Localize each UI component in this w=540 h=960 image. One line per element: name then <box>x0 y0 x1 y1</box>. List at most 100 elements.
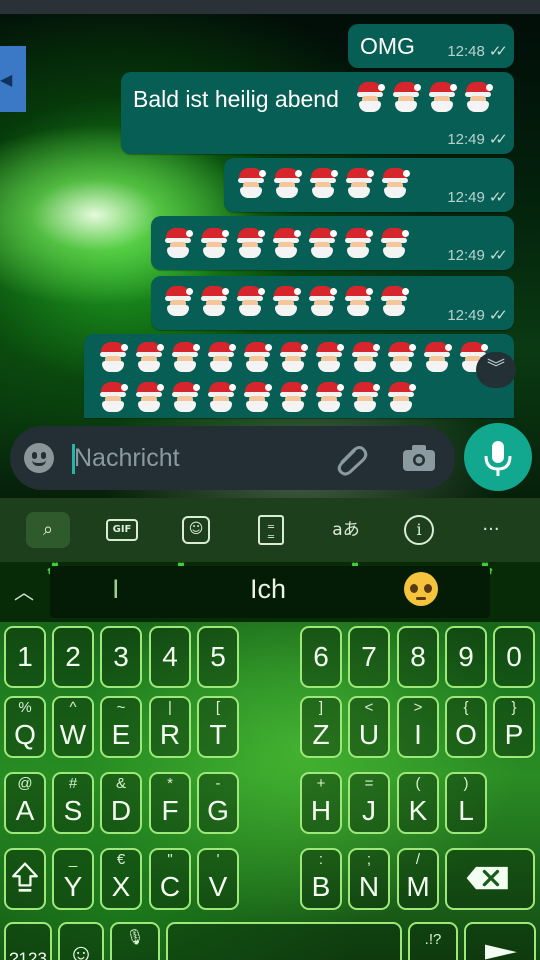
key-x[interactable]: € X <box>100 848 142 910</box>
sticker-icon[interactable]: ☺ <box>182 516 210 544</box>
key-8[interactable]: 8 <box>397 626 439 688</box>
santa-claus-emoji <box>343 286 373 316</box>
santa-claus-emoji <box>307 286 337 316</box>
key-v[interactable]: ' V <box>197 848 239 910</box>
key-label: Q <box>14 719 36 750</box>
key-6[interactable]: 6 <box>300 626 342 688</box>
key-4[interactable]: 4 <box>149 626 191 688</box>
key-alt-label: - <box>215 775 221 792</box>
santa-claus-emoji <box>344 168 374 198</box>
message-bubble[interactable] <box>84 334 514 418</box>
key-7[interactable]: 7 <box>348 626 390 688</box>
space-key[interactable] <box>166 922 402 960</box>
key-h[interactable]: + H <box>300 772 342 834</box>
message-bubble[interactable]: 12:49 ✓✓ <box>224 158 514 212</box>
key-b[interactable]: :B <box>300 848 342 910</box>
santa-claus-emoji <box>163 286 193 316</box>
message-bubble[interactable]: Bald ist heilig abend 12:49 ✓✓ <box>121 72 514 154</box>
key-1[interactable]: 1 <box>4 626 46 688</box>
collapse-arrow-icon[interactable]: ︿ <box>14 576 34 605</box>
key-c[interactable]: " C <box>149 848 191 910</box>
search-icon[interactable]: ⌕ <box>26 512 70 548</box>
key-y[interactable]: _ Y <box>52 848 94 910</box>
key-3[interactable]: 3 <box>100 626 142 688</box>
info-icon[interactable]: i <box>404 515 434 545</box>
key-n[interactable]: ; N <box>348 848 390 910</box>
key-p[interactable]: } P <box>493 696 535 758</box>
message-bubble[interactable]: OMG 12:48 ✓✓ <box>348 24 514 68</box>
key-alt-label: _ <box>68 851 78 868</box>
key-5[interactable]: 5 <box>197 626 239 688</box>
santa-claus-emoji <box>463 82 493 112</box>
key-alt-label: > <box>413 699 423 716</box>
key-alt-label: ; <box>366 851 372 868</box>
paperclip-icon[interactable] <box>334 442 370 476</box>
emoji-key[interactable]: ☺ <box>58 922 104 960</box>
key-alt-label: & <box>115 775 126 792</box>
key-k[interactable]: (K <box>397 772 439 834</box>
translate-icon[interactable]: aあ <box>326 512 366 548</box>
suggestion-item[interactable]: I <box>112 574 120 605</box>
send-arrow-icon <box>485 944 517 960</box>
key-q[interactable]: % Q <box>4 696 46 758</box>
key-0[interactable]: 0 <box>493 626 535 688</box>
backspace-key[interactable] <box>445 848 535 910</box>
clipboard-icon[interactable]: ═ ═ <box>258 515 284 545</box>
key-g[interactable]: -G <box>197 772 239 834</box>
key-m[interactable]: / M <box>397 848 439 910</box>
key-l[interactable]: ) L <box>445 772 487 834</box>
santa-claus-emoji <box>236 168 266 198</box>
numbers-key[interactable]: ?123 <box>4 922 52 960</box>
read-receipt-icon: ✓✓ <box>488 307 508 324</box>
key-r[interactable]: | R <box>149 696 191 758</box>
key-z[interactable]: ] Z <box>300 696 342 758</box>
key-2[interactable]: 2 <box>52 626 94 688</box>
pleading-face-emoji[interactable] <box>404 572 438 606</box>
key-u[interactable]: < U <box>348 696 390 758</box>
camera-icon[interactable] <box>402 444 436 472</box>
santa-claus-emoji <box>427 82 457 112</box>
side-tab[interactable]: ◀ <box>0 46 26 112</box>
santa-claus-emoji <box>386 382 416 412</box>
key-alt-label: ' <box>216 851 220 868</box>
santa-claus-emoji <box>308 168 338 198</box>
message-bubble[interactable]: 12:49 ✓✓ <box>151 216 514 270</box>
key-label: S <box>63 795 83 826</box>
key-j[interactable]: = J <box>348 772 390 834</box>
mic-button[interactable] <box>464 423 532 491</box>
gif-button[interactable]: GIF <box>106 519 138 541</box>
scroll-down-button[interactable]: ︾ <box>476 352 516 388</box>
shift-key[interactable] <box>4 848 46 910</box>
key-i[interactable]: > I <box>397 696 439 758</box>
key-w[interactable]: ^ W <box>52 696 94 758</box>
key-label: U <box>358 719 380 750</box>
key-alt-label: } <box>511 699 517 716</box>
message-time: 12:49 <box>447 189 485 206</box>
key-d[interactable]: & D <box>100 772 142 834</box>
santa-claus-emoji <box>380 168 410 198</box>
message-meta: 12:48 ✓✓ <box>447 42 508 60</box>
key-9[interactable]: 9 <box>445 626 487 688</box>
key-label: A <box>15 795 35 826</box>
key-e[interactable]: ~ E <box>100 696 142 758</box>
key-f[interactable]: * F <box>149 772 191 834</box>
santa-claus-emoji <box>271 228 301 258</box>
smiley-icon[interactable] <box>24 443 54 473</box>
key-t[interactable]: [T <box>197 696 239 758</box>
message-bubble[interactable]: 12:49 ✓✓ <box>151 276 514 330</box>
key-label: O <box>455 719 477 750</box>
period-key[interactable]: .!? <box>408 922 458 960</box>
comma-key[interactable]: 🎙︎, <box>110 922 160 960</box>
key-alt-label: ] <box>318 699 324 716</box>
message-input[interactable] <box>74 440 304 476</box>
side-tab-icon: ◀ <box>0 70 13 89</box>
key-o[interactable]: {O <box>445 696 487 758</box>
send-key[interactable] <box>464 922 536 960</box>
top-bar <box>0 0 540 14</box>
more-icon[interactable]: ··· <box>476 512 506 548</box>
key-s[interactable]: # S <box>52 772 94 834</box>
key-a[interactable]: @ A <box>4 772 46 834</box>
suggestion-item[interactable]: Ich <box>250 574 286 605</box>
key-label: L <box>458 795 474 826</box>
key-label: P <box>504 719 524 750</box>
